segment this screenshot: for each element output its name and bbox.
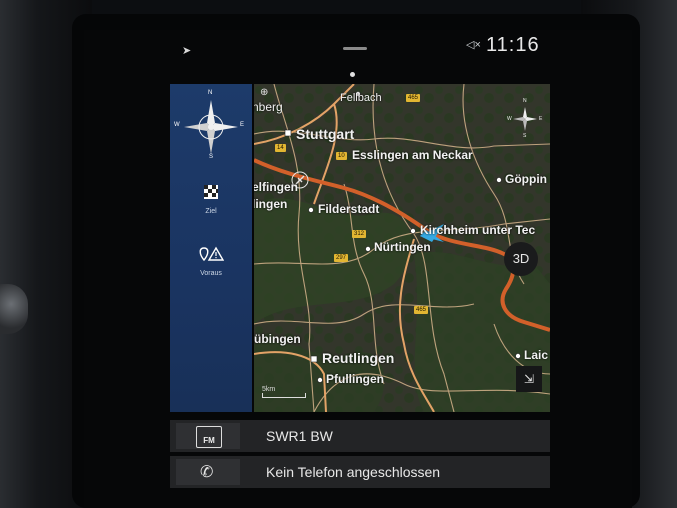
road-shield: 465 [406, 94, 421, 102]
place-label: nberg [254, 100, 283, 114]
place-label: lingen [254, 197, 288, 211]
radio-source-label: FM [203, 436, 215, 445]
clock: 11:16 [486, 34, 540, 56]
road-shield: 14 [275, 144, 286, 152]
phone-status: Kein Telefon angeschlossen [266, 464, 441, 480]
place-label: elfingen [254, 180, 299, 194]
destination-label: Ziel [205, 208, 217, 215]
place-label: Göppin [505, 172, 547, 186]
radio-station: SWR1 BW [266, 428, 333, 444]
place-label: Fellbach [340, 92, 382, 104]
map-compass-icon [513, 107, 537, 131]
radio-icon: FM [196, 426, 222, 448]
place-label: Pfullingen [326, 372, 384, 386]
compass-rose[interactable]: N S W E [174, 90, 245, 160]
phone-bar[interactable]: ✆ Kein Telefon angeschlossen [170, 456, 550, 488]
map-compass-west: W [507, 116, 512, 122]
navigation-arrow-icon: ➤ [182, 45, 192, 57]
map-compass-east: E [539, 116, 543, 122]
navigation-map[interactable]: ⊕ nberg Fellbach Stuttgart Esslingen am … [254, 84, 550, 412]
speaker-mute-icon: ◁× [466, 39, 481, 51]
place-label: übingen [254, 332, 301, 346]
checkered-flag-icon [170, 184, 252, 206]
compass-north-label: N [208, 90, 213, 96]
ahead-label: Voraus [200, 270, 222, 277]
map-scale: 5km [262, 386, 306, 400]
ahead-button[interactable]: Voraus [170, 246, 252, 302]
phone-icon-box[interactable]: ✆ [176, 459, 240, 485]
place-label: Reutlingen [322, 350, 395, 366]
phone-icon: ✆ [200, 464, 214, 481]
map-scale-label: 5km [262, 386, 276, 393]
media-bar[interactable]: FM SWR1 BW [170, 420, 550, 452]
page-indicator [350, 72, 355, 77]
route-warning-icon [170, 246, 252, 268]
place-label: Nürtingen [374, 240, 431, 254]
place-label: Stuttgart [296, 126, 355, 142]
view-3d-button[interactable]: 3D [504, 242, 538, 276]
place-label: Kirchheim unter Tec [420, 223, 536, 237]
compass-south-label: S [209, 154, 214, 160]
media-icon-box[interactable]: FM [176, 423, 240, 449]
map-compass[interactable]: N W E S [507, 98, 543, 139]
compass-rose-icon [184, 100, 238, 154]
road-shield: 10 [336, 152, 347, 160]
road-shield: 465 [414, 306, 429, 314]
place-label: Filderstadt [318, 202, 380, 216]
place-label: Laic [524, 348, 549, 362]
compass-west-label: W [174, 122, 180, 128]
pull-down-handle[interactable] [343, 47, 367, 50]
road-shield: 297 [334, 254, 349, 262]
expand-arrow-icon[interactable]: ⇲ [516, 366, 542, 392]
map-compass-north: N [523, 98, 527, 104]
map-compass-south: S [523, 133, 527, 139]
road-shield: 312 [352, 230, 367, 238]
place-label: Esslingen am Neckar [352, 148, 473, 162]
compass-east-label: E [240, 122, 245, 128]
crosshair-icon[interactable]: ⊕ [260, 87, 268, 98]
destination-button[interactable]: Ziel [170, 184, 252, 240]
nav-sidebar: N S W E Ziel Voraus [170, 84, 252, 412]
